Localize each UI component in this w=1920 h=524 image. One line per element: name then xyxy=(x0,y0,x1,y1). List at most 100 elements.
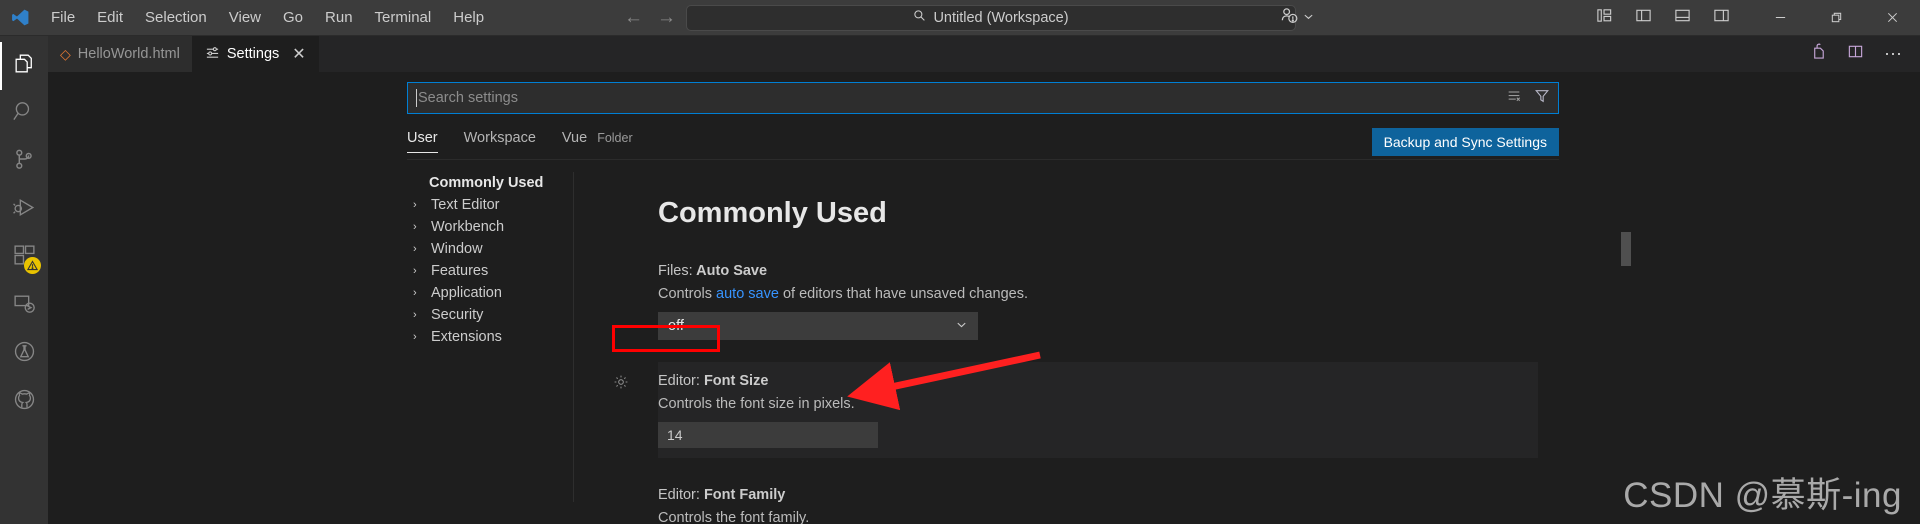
sidebar-item-source-control[interactable] xyxy=(0,138,48,186)
search-settings-input[interactable]: Search settings xyxy=(407,82,1559,114)
auto-save-link[interactable]: auto save xyxy=(716,286,779,302)
tab-folder-settings-vue[interactable]: Vue Folder xyxy=(562,130,633,153)
remote-accounts-icon xyxy=(1280,6,1299,30)
toggle-panel-icon[interactable] xyxy=(1674,7,1691,29)
toc-item-label: Application xyxy=(431,285,502,301)
toggle-primary-sidebar-icon[interactable] xyxy=(1635,7,1652,29)
scope-tab-label: Vue xyxy=(561,130,588,146)
files-icon xyxy=(12,51,37,81)
menu-bar: File Edit Selection View Go Run Terminal… xyxy=(40,0,495,36)
maximize-button[interactable] xyxy=(1808,0,1864,36)
more-actions-icon[interactable]: ⋯ xyxy=(1884,45,1902,63)
menu-item-edit[interactable]: Edit xyxy=(86,0,134,36)
setting-label: Editor: Font Family xyxy=(658,487,785,503)
vscode-logo-icon xyxy=(0,8,40,27)
tab-user-settings[interactable]: User xyxy=(407,130,438,153)
backup-and-sync-settings-button[interactable]: Backup and Sync Settings xyxy=(1371,127,1559,156)
html-icon: ◇ xyxy=(60,45,71,62)
chevron-down-icon xyxy=(955,318,968,334)
text-caret xyxy=(416,89,417,107)
desc-text: Controls xyxy=(658,286,717,302)
chevron-right-icon: › xyxy=(413,265,417,277)
customize-layout-icon[interactable] xyxy=(1596,7,1613,29)
sidebar-item-github[interactable] xyxy=(0,378,48,426)
sidebar-item-run-and-debug[interactable] xyxy=(0,186,48,234)
chevron-right-icon: › xyxy=(413,287,417,299)
quick-input-bar[interactable]: Untitled (Workspace) xyxy=(686,4,1296,31)
setting-editor-font-size: Editor: Font Size Controls the font size… xyxy=(614,362,1538,458)
chevron-right-icon: › xyxy=(413,243,417,255)
sidebar-item-search[interactable] xyxy=(0,90,48,138)
open-settings-json-icon[interactable] xyxy=(1810,43,1827,65)
settings-toc: Commonly Used › Text Editor › Workbench … xyxy=(407,172,567,348)
editor-tab-bar: ◇ HelloWorld.html Settings ✕ ⋯ xyxy=(48,36,1920,72)
toc-item-commonly-used[interactable]: Commonly Used xyxy=(407,172,567,194)
settings-tab-icon xyxy=(205,45,220,64)
clear-settings-search-icon[interactable] xyxy=(1506,88,1522,109)
menu-item-file[interactable]: File xyxy=(40,0,86,36)
input-value: 14 xyxy=(667,427,683,443)
toc-item-label: Features xyxy=(431,263,489,279)
search-icon xyxy=(12,99,37,129)
toc-item-label: Security xyxy=(431,307,484,323)
remote-indicator[interactable] xyxy=(1280,6,1314,30)
sidebar-item-explorer[interactable] xyxy=(0,42,48,90)
setting-label: Editor: Font Size xyxy=(658,373,768,389)
tab-close-icon[interactable]: ✕ xyxy=(292,44,305,64)
menu-item-run[interactable]: Run xyxy=(314,0,364,36)
chevron-down-icon[interactable] xyxy=(1303,9,1314,27)
sidebar-item-extensions[interactable] xyxy=(0,234,48,282)
tab-settings[interactable]: Settings ✕ xyxy=(192,36,319,72)
scope-tab-sublabel: Folder xyxy=(597,131,633,145)
setting-name: Font Family xyxy=(703,487,786,503)
toc-item-application[interactable]: › Application xyxy=(407,282,567,304)
toggle-secondary-sidebar-icon[interactable] xyxy=(1713,7,1730,29)
extensions-warning-badge xyxy=(24,257,41,274)
chevron-right-icon: › xyxy=(413,221,417,233)
search-icon xyxy=(913,9,926,26)
settings-list: Commonly Used Files: Auto Save Controls … xyxy=(588,172,1538,524)
search-placeholder: Search settings xyxy=(418,90,518,106)
activity-bar xyxy=(0,36,48,524)
setting-name: Font Size xyxy=(703,373,769,389)
editor-actions: ⋯ xyxy=(1810,36,1920,72)
tab-workspace-settings[interactable]: Workspace xyxy=(464,130,536,153)
sidebar-item-test-explorer[interactable] xyxy=(0,330,48,378)
toc-item-extensions[interactable]: › Extensions xyxy=(407,326,567,348)
toc-item-features[interactable]: › Features xyxy=(407,260,567,282)
toc-item-window[interactable]: › Window xyxy=(407,238,567,260)
filter-icon[interactable] xyxy=(1534,88,1550,109)
menu-item-view[interactable]: View xyxy=(218,0,272,36)
beaker-circle-icon xyxy=(12,339,37,369)
menu-item-selection[interactable]: Selection xyxy=(134,0,218,36)
settings-scrollbar[interactable] xyxy=(1621,232,1631,266)
tab-label: Settings xyxy=(226,46,280,62)
toc-item-security[interactable]: › Security xyxy=(407,304,567,326)
menu-item-terminal[interactable]: Terminal xyxy=(364,0,443,36)
files-auto-save-dropdown[interactable]: off xyxy=(658,312,978,340)
setting-description: Controls the font size in pixels. xyxy=(658,396,855,412)
setting-gear-icon[interactable] xyxy=(613,374,629,395)
menu-item-help[interactable]: Help xyxy=(442,0,495,36)
dropdown-value: off xyxy=(668,318,684,334)
title-bar: File Edit Selection View Go Run Terminal… xyxy=(0,0,1920,36)
toc-item-text-editor[interactable]: › Text Editor xyxy=(407,194,567,216)
desc-text: of editors that have unsaved changes. xyxy=(778,286,1029,302)
split-editor-icon[interactable] xyxy=(1847,43,1864,65)
sidebar-item-remote-explorer[interactable] xyxy=(0,282,48,330)
navigate-forward-icon[interactable]: → xyxy=(657,7,676,29)
menu-item-go[interactable]: Go xyxy=(272,0,314,36)
close-window-button[interactable] xyxy=(1864,0,1920,36)
toc-item-workbench[interactable]: › Workbench xyxy=(407,216,567,238)
editor-font-size-input[interactable]: 14 xyxy=(658,422,878,448)
settings-search-row: Search settings xyxy=(407,82,1559,114)
setting-category: Editor: xyxy=(658,373,700,389)
setting-editor-font-family: Editor: Font Family Controls the font fa… xyxy=(658,486,1538,524)
tab-helloworld-html[interactable]: ◇ HelloWorld.html xyxy=(48,36,193,72)
scope-tab-label: User xyxy=(407,130,438,146)
navigate-back-icon[interactable]: ← xyxy=(624,7,643,29)
page-title: Commonly Used xyxy=(658,197,887,229)
minimize-button[interactable] xyxy=(1752,0,1808,36)
editor-layout-controls xyxy=(1596,7,1730,29)
toc-item-label: Text Editor xyxy=(431,197,500,213)
